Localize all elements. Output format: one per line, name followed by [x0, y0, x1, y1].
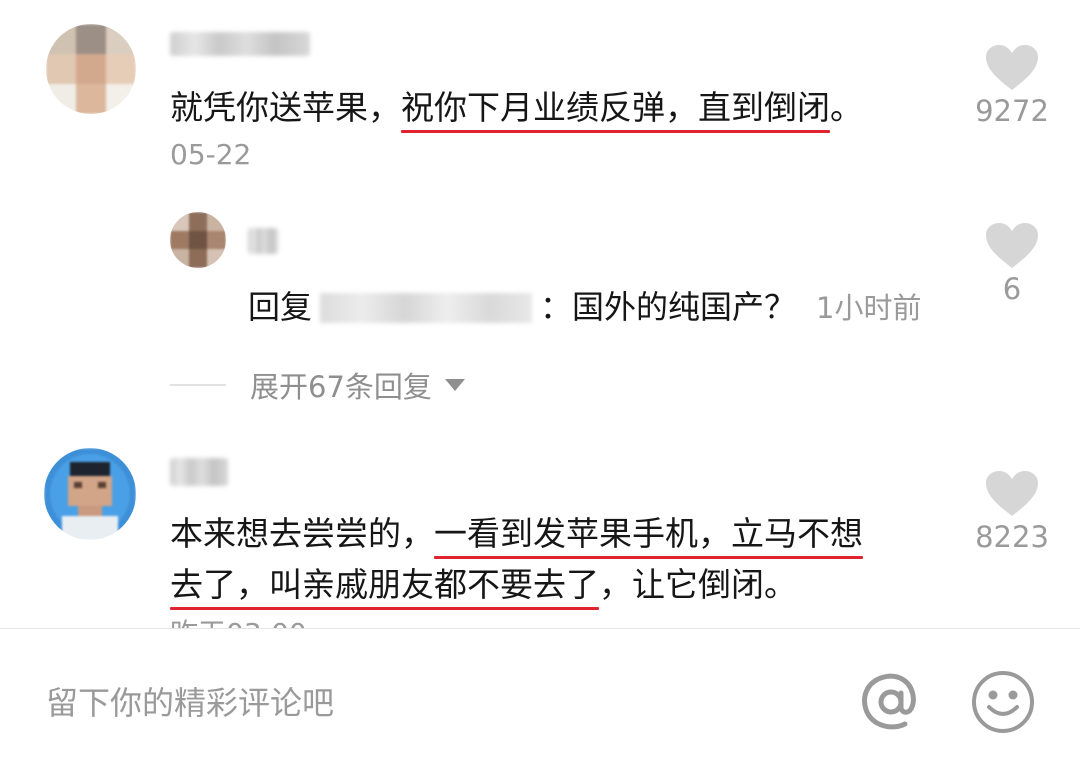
smiley-icon — [972, 671, 1034, 733]
comment-text: 就凭你送苹果，祝你下月业绩反弹，直到倒闭。 — [170, 88, 863, 127]
reply-time: 1小时前 — [816, 291, 922, 325]
username-redacted[interactable] — [170, 458, 228, 486]
like-count: 9272 — [975, 94, 1049, 128]
at-icon — [862, 673, 916, 730]
heart-icon — [986, 223, 1038, 268]
expand-replies-label: 展开67条回复 — [250, 370, 432, 404]
underline-annotation: 一看到发苹果手机，立马不想 — [434, 514, 863, 553]
reply-text: 回复 ：国外的纯国产？ 1小时前 — [248, 288, 922, 326]
reply-like-button[interactable]: 6 — [957, 222, 1067, 306]
reply-username-redacted[interactable] — [248, 228, 278, 254]
expand-replies-button[interactable]: 展开67条回复 — [170, 360, 466, 410]
like-count: 8223 — [975, 520, 1049, 554]
mention-button[interactable] — [858, 669, 924, 735]
username-redacted[interactable] — [170, 32, 310, 56]
chevron-down-icon — [444, 379, 465, 391]
avatar[interactable] — [44, 448, 136, 540]
mentioned-user-redacted[interactable] — [320, 293, 533, 323]
heart-icon — [986, 471, 1038, 516]
comment-input-bar — [0, 628, 1080, 773]
emoji-button[interactable] — [970, 669, 1036, 735]
underline-annotation: 祝你下月业绩反弹，直到倒闭 — [401, 88, 830, 127]
comment-input[interactable] — [46, 675, 826, 731]
reply-avatar[interactable] — [170, 212, 226, 268]
comment-date: 昨天03:00 — [170, 612, 307, 628]
heart-icon — [986, 45, 1038, 90]
comment-text-line-2: 去了，叫亲戚朋友都不要去了，让它倒闭。 — [170, 565, 797, 604]
like-button[interactable]: 9272 — [957, 44, 1067, 128]
underline-annotation: 去了，叫亲戚朋友都不要去了 — [170, 565, 599, 604]
comment-date: 05-22 — [170, 138, 252, 171]
like-count: 6 — [1002, 272, 1022, 306]
like-button[interactable]: 8223 — [957, 470, 1067, 554]
comment-list: 就凭你送苹果，祝你下月业绩反弹，直到倒闭。 05-22 9272 回复 ：国外的… — [0, 0, 1080, 628]
divider-line — [170, 384, 226, 386]
avatar[interactable] — [46, 24, 136, 114]
